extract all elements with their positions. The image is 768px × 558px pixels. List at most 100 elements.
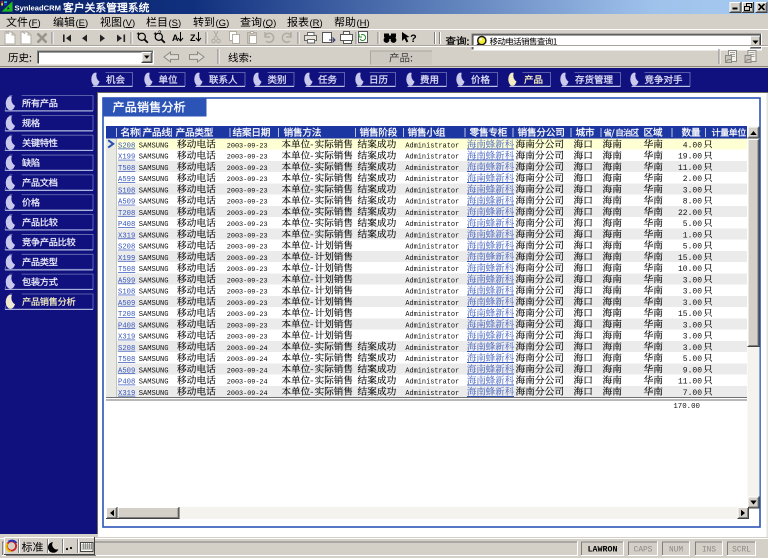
svg-text:A: A: [172, 33, 179, 43]
svg-text:170.00: 170.00: [673, 403, 700, 411]
svg-text:SAMSUNG: SAMSUNG: [139, 379, 169, 387]
svg-text:Administrator: Administrator: [405, 379, 459, 387]
svg-text:P408: P408: [118, 379, 135, 387]
svg-text:22.00: 22.00: [678, 209, 702, 218]
svg-text:Administrator: Administrator: [405, 311, 459, 319]
svg-text:3.00: 3.00: [683, 186, 702, 195]
svg-text:X319: X319: [118, 390, 135, 398]
svg-text:3.00: 3.00: [683, 299, 702, 308]
svg-text:5.00: 5.00: [683, 243, 702, 252]
svg-text:SAMSUNG: SAMSUNG: [139, 356, 169, 364]
svg-text:Administrator: Administrator: [405, 255, 459, 263]
svg-text:S208: S208: [118, 244, 135, 252]
svg-text:T208: T208: [118, 311, 135, 319]
svg-text:2003-09-24: 2003-09-24: [227, 390, 268, 398]
svg-text:Administrator: Administrator: [405, 356, 459, 364]
svg-text:2003-09-23: 2003-09-23: [227, 199, 268, 207]
svg-text:S108: S108: [118, 187, 135, 195]
svg-text:SAMSUNG: SAMSUNG: [139, 300, 169, 308]
svg-text:5.00: 5.00: [683, 220, 702, 229]
svg-text:2003-09-23: 2003-09-23: [227, 165, 268, 173]
svg-text:2003-09-23: 2003-09-23: [227, 255, 268, 263]
svg-text:3.00: 3.00: [683, 321, 702, 330]
svg-text:3.00: 3.00: [683, 276, 702, 285]
svg-text:Administrator: Administrator: [405, 334, 459, 342]
svg-text:SAMSUNG: SAMSUNG: [139, 221, 169, 229]
svg-text:A599: A599: [118, 277, 135, 285]
svg-text:X319: X319: [118, 334, 135, 342]
svg-text:SynleadCRM: SynleadCRM: [15, 4, 61, 13]
svg-text:Administrator: Administrator: [405, 266, 459, 274]
svg-text:X199: X199: [118, 154, 135, 162]
svg-text:2003-09-23: 2003-09-23: [227, 300, 268, 308]
svg-text:15.00: 15.00: [678, 310, 702, 319]
svg-text:Administrator: Administrator: [405, 345, 459, 353]
svg-text:LAWRON: LAWRON: [588, 546, 618, 555]
svg-text:11.00: 11.00: [678, 378, 702, 387]
svg-text:T508: T508: [118, 266, 135, 274]
svg-text:SAMSUNG: SAMSUNG: [139, 390, 169, 398]
svg-text:3.00: 3.00: [683, 344, 702, 353]
svg-text:2003-09-23: 2003-09-23: [227, 210, 268, 218]
svg-text:2003-09-23: 2003-09-23: [227, 289, 268, 297]
svg-text:A509: A509: [118, 300, 135, 308]
svg-text:7.00: 7.00: [683, 389, 702, 398]
svg-text:SAMSUNG: SAMSUNG: [139, 143, 169, 151]
svg-text:2003-09-23: 2003-09-23: [227, 176, 268, 184]
svg-text:Administrator: Administrator: [405, 277, 459, 285]
svg-text:Administrator: Administrator: [405, 210, 459, 218]
svg-text:2003-09-23: 2003-09-23: [227, 154, 268, 162]
svg-text:CAPS: CAPS: [634, 547, 653, 555]
svg-text:SAMSUNG: SAMSUNG: [139, 345, 169, 353]
svg-text:Administrator: Administrator: [405, 199, 459, 207]
svg-text:9.00: 9.00: [683, 366, 702, 375]
svg-text:Administrator: Administrator: [405, 154, 459, 162]
svg-text:8.00: 8.00: [683, 198, 702, 207]
svg-text:SAMSUNG: SAMSUNG: [139, 289, 169, 297]
svg-text:SAMSUNG: SAMSUNG: [139, 322, 169, 330]
svg-text:SAMSUNG: SAMSUNG: [139, 367, 169, 375]
svg-text:2003-09-23: 2003-09-23: [227, 311, 268, 319]
svg-text:Administrator: Administrator: [405, 187, 459, 195]
svg-text:Administrator: Administrator: [405, 165, 459, 173]
svg-text:S208: S208: [118, 345, 135, 353]
svg-text:Administrator: Administrator: [405, 300, 459, 308]
svg-text:SAMSUNG: SAMSUNG: [139, 311, 169, 319]
svg-text:X199: X199: [118, 255, 135, 263]
svg-text:T508: T508: [118, 356, 135, 364]
svg-text:2003-09-23: 2003-09-23: [227, 187, 268, 195]
svg-text:SAMSUNG: SAMSUNG: [139, 277, 169, 285]
svg-text:2003-09-23: 2003-09-23: [227, 277, 268, 285]
svg-text:Administrator: Administrator: [405, 289, 459, 297]
svg-text:Administrator: Administrator: [405, 367, 459, 375]
svg-text:Administrator: Administrator: [405, 232, 459, 240]
svg-text:(E): (E): [76, 18, 89, 29]
svg-text:2003-09-23: 2003-09-23: [227, 322, 268, 330]
svg-text:2003-09-23: 2003-09-23: [227, 232, 268, 240]
svg-text:2003-09-23: 2003-09-23: [227, 143, 268, 151]
svg-text:2003-09-24: 2003-09-24: [227, 367, 268, 375]
svg-text:2003-09-23: 2003-09-23: [227, 266, 268, 274]
svg-text:Administrator: Administrator: [405, 221, 459, 229]
svg-text:(H): (H): [357, 18, 370, 29]
svg-text:?: ?: [410, 33, 417, 45]
svg-text:11.00: 11.00: [678, 164, 702, 173]
svg-text:SAMSUNG: SAMSUNG: [139, 266, 169, 274]
svg-text:2003-09-24: 2003-09-24: [227, 379, 268, 387]
svg-text:P408: P408: [118, 322, 135, 330]
svg-text:2003-09-23: 2003-09-23: [227, 244, 268, 252]
svg-text:SAMSUNG: SAMSUNG: [139, 244, 169, 252]
svg-text:15.00: 15.00: [678, 254, 702, 263]
svg-text:Administrator: Administrator: [405, 322, 459, 330]
svg-text:19.00: 19.00: [678, 153, 702, 162]
svg-text:2.00: 2.00: [683, 175, 702, 184]
svg-text:(S): (S): [169, 18, 182, 29]
svg-text:(Q): (Q): [263, 18, 277, 29]
svg-text:NUM: NUM: [669, 547, 683, 555]
svg-text:A599: A599: [118, 176, 135, 184]
svg-text:2003-09-23: 2003-09-23: [227, 334, 268, 342]
svg-text:Administrator: Administrator: [405, 244, 459, 252]
svg-text:5.00: 5.00: [683, 355, 702, 364]
svg-text:1.00: 1.00: [683, 231, 702, 240]
svg-text:SAMSUNG: SAMSUNG: [139, 334, 169, 342]
